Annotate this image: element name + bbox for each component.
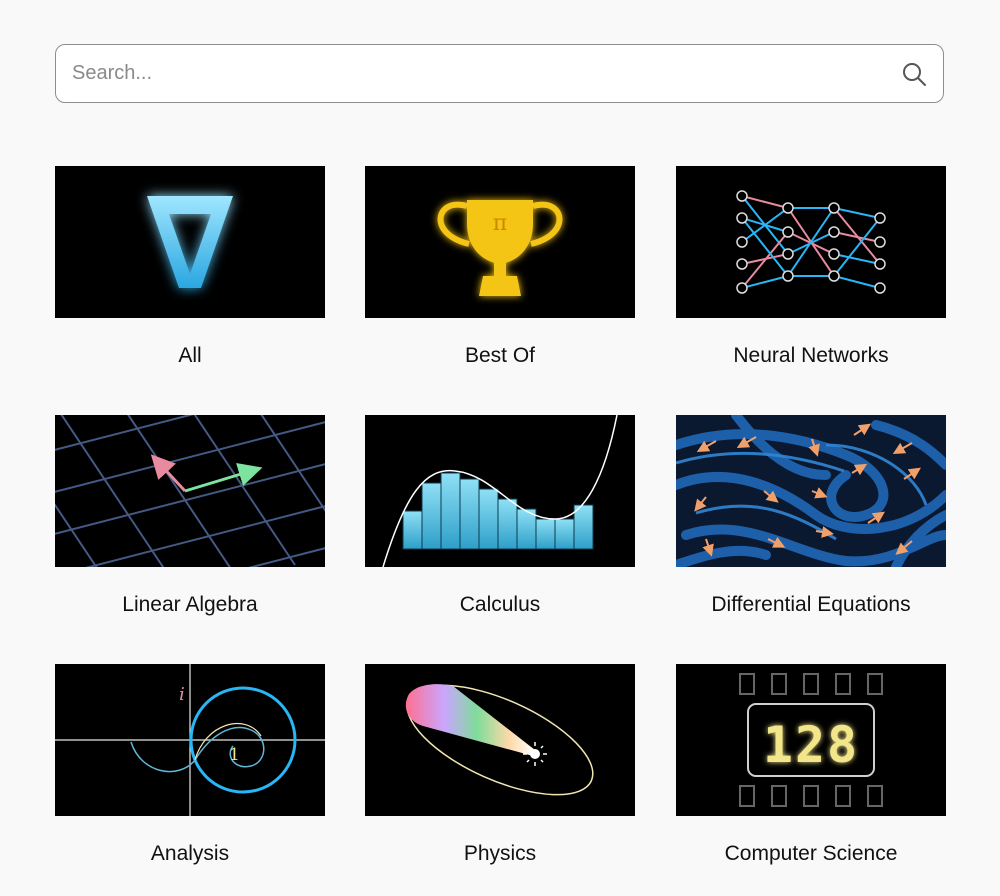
search-input[interactable]: [72, 45, 872, 101]
topic-label: Computer Science: [724, 842, 898, 865]
topic-card-linear-algebra[interactable]: Linear Algebra: [55, 415, 325, 616]
topic-label: Calculus: [459, 593, 541, 616]
neural-network-icon: [676, 166, 946, 318]
search-bar: [55, 44, 944, 103]
topic-card-computer-science[interactable]: 128 Computer Science: [676, 664, 946, 865]
axis-label-i: i: [179, 684, 185, 705]
topic-label: Linear Algebra: [122, 593, 258, 616]
topic-card-physics[interactable]: Physics: [365, 664, 635, 865]
marker-one: 1: [229, 745, 240, 765]
topic-label: Analysis: [150, 842, 230, 865]
topic-card-differential-equations[interactable]: Differential Equations: [676, 415, 946, 616]
topic-label: Differential Equations: [711, 593, 911, 616]
topic-label: Neural Networks: [733, 344, 889, 367]
vector-field-icon: [676, 415, 946, 567]
orbit-ellipse-icon: [365, 664, 635, 816]
topic-label: Physics: [463, 842, 537, 865]
trophy-symbol: π: [493, 211, 507, 236]
riemann-sum-icon: [365, 415, 635, 567]
counter-value: 128: [763, 716, 859, 774]
logo-a-icon: [55, 166, 325, 318]
topic-card-all[interactable]: All: [55, 166, 325, 367]
page: All π Be: [0, 0, 1000, 896]
trophy-pi-icon: π: [365, 166, 635, 318]
topic-card-analysis[interactable]: i 1 Analysis: [55, 664, 325, 865]
digital-counter-icon: 128: [676, 664, 946, 816]
vector-grid-icon: [55, 415, 325, 567]
search-icon[interactable]: [901, 61, 927, 87]
topic-card-best-of[interactable]: π Best Of: [365, 166, 635, 367]
topic-card-neural-networks[interactable]: Neural Networks: [676, 166, 946, 367]
topic-label: Best Of: [464, 344, 536, 367]
topic-label: All: [178, 344, 202, 367]
complex-spiral-icon: i 1: [55, 664, 325, 816]
topic-card-calculus[interactable]: Calculus: [365, 415, 635, 616]
